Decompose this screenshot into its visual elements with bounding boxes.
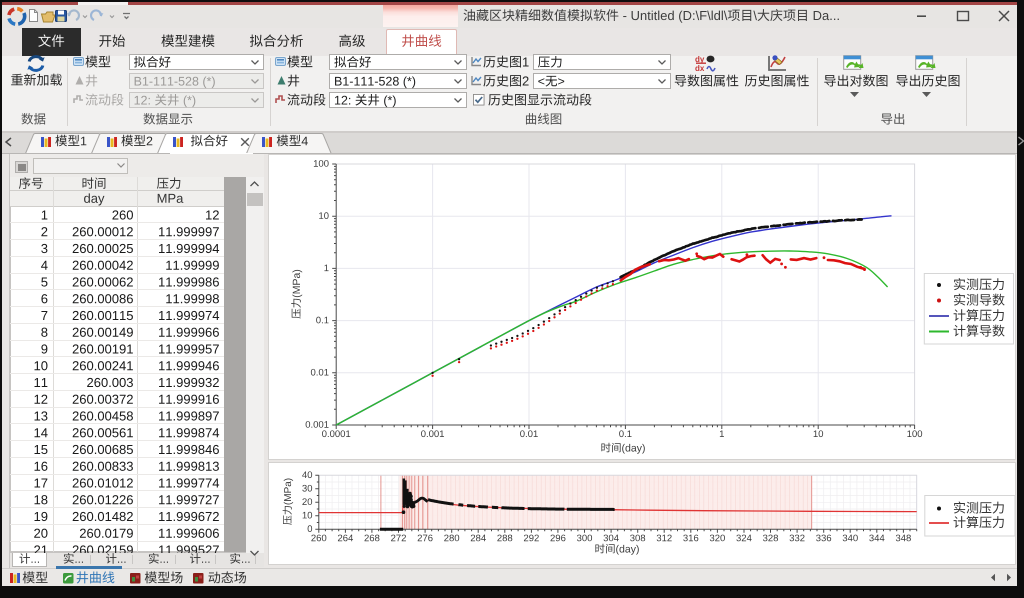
svg-text:dx: dx <box>695 64 705 72</box>
